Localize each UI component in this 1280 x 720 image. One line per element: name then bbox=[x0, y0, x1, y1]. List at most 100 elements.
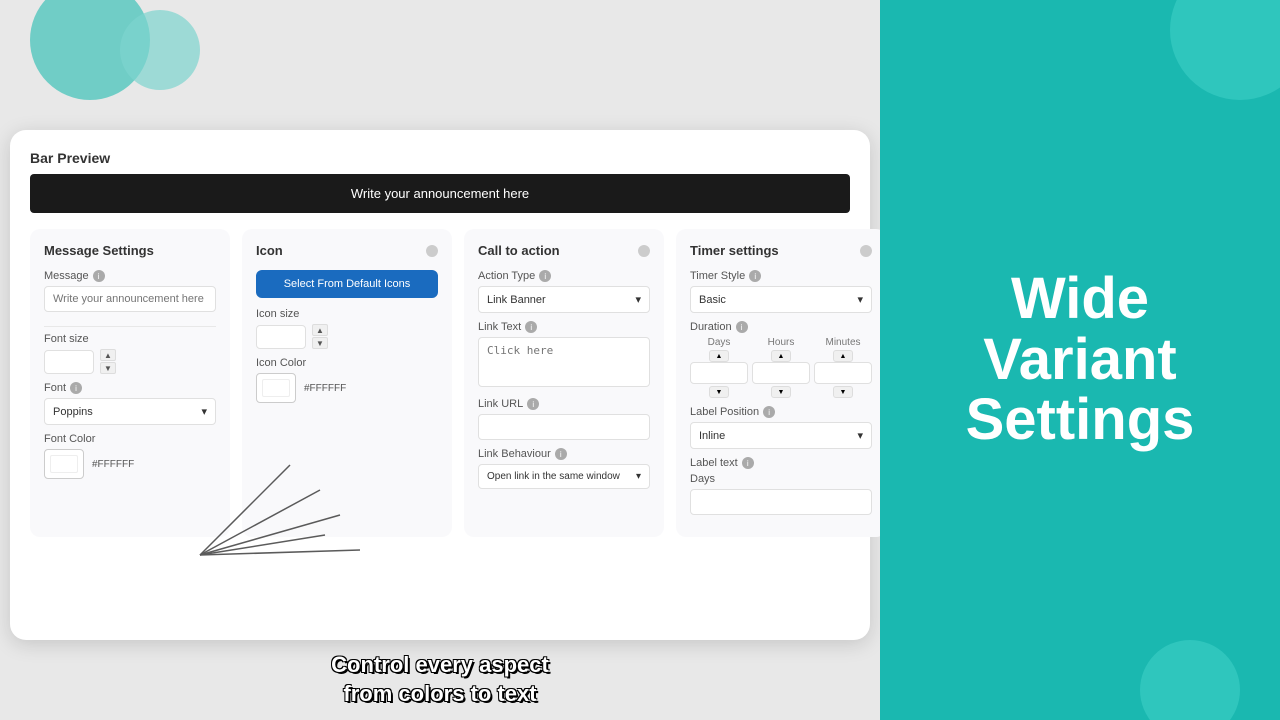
font-select[interactable]: Poppins ▾ bbox=[44, 398, 216, 425]
days-chevron-down[interactable]: ▼ bbox=[709, 386, 729, 398]
font-info-icon: i bbox=[70, 382, 82, 394]
icon-size-spinner: 14 ▲ ▼ bbox=[256, 324, 438, 349]
action-type-info-icon: i bbox=[539, 270, 551, 282]
message-label: Message i bbox=[44, 270, 216, 282]
cta-section-title: Call to action bbox=[478, 243, 560, 258]
days-down-arrow: ▼ bbox=[690, 386, 748, 398]
cta-toggle[interactable] bbox=[638, 245, 650, 257]
settings-grid: Message Settings Message i Font size 14 … bbox=[30, 229, 850, 537]
icon-size-up[interactable]: ▲ bbox=[312, 324, 328, 336]
icon-size-label: Icon size bbox=[256, 308, 438, 320]
timer-settings-section: Timer settings Timer Style i Basic ▾ Dur… bbox=[676, 229, 880, 537]
link-text-info-icon: i bbox=[525, 321, 537, 333]
right-circle-top bbox=[1170, 0, 1280, 100]
icon-color-swatch[interactable]: #FFFFFF bbox=[256, 373, 438, 403]
font-size-spinner: 14 ▲ ▼ bbox=[44, 349, 216, 374]
timer-style-chevron-icon: ▾ bbox=[857, 293, 863, 306]
action-type-select[interactable]: Link Banner ▾ bbox=[478, 286, 650, 313]
font-color-swatch[interactable]: #FFFFFF bbox=[44, 449, 216, 479]
right-heading-block: Wide Variant Settings bbox=[966, 269, 1195, 452]
right-heading-line3: Settings bbox=[966, 390, 1195, 451]
duration-info-icon: i bbox=[736, 321, 748, 333]
minutes-down-arrow: ▼ bbox=[814, 386, 872, 398]
message-section-header: Message Settings bbox=[44, 243, 216, 258]
timer-section-header: Timer settings bbox=[690, 243, 872, 258]
action-type-label: Action Type i bbox=[478, 270, 650, 282]
label-days-input[interactable]: DAYS bbox=[690, 489, 872, 515]
timer-toggle[interactable] bbox=[860, 245, 872, 257]
label-position-chevron-icon: ▾ bbox=[857, 429, 863, 442]
message-settings-section: Message Settings Message i Font size 14 … bbox=[30, 229, 230, 537]
right-circle-bottom bbox=[1140, 640, 1240, 720]
icon-size-input[interactable]: 14 bbox=[256, 325, 306, 349]
font-color-box[interactable] bbox=[44, 449, 84, 479]
minutes-up-arrow: ▲ bbox=[814, 350, 872, 362]
link-url-input[interactable] bbox=[478, 414, 650, 440]
behaviour-chevron-icon: ▾ bbox=[636, 471, 641, 482]
decorative-circle-right bbox=[120, 10, 200, 90]
hours-label: Hours bbox=[752, 337, 810, 348]
caption-line2: from colors to text bbox=[331, 680, 549, 709]
bar-preview-label: Bar Preview bbox=[30, 150, 850, 166]
icon-color-box[interactable] bbox=[256, 373, 296, 403]
timer-style-select[interactable]: Basic ▾ bbox=[690, 286, 872, 313]
icon-toggle[interactable] bbox=[426, 245, 438, 257]
behaviour-info-icon: i bbox=[555, 448, 567, 460]
link-text-label: Link Text i bbox=[478, 321, 650, 333]
font-size-up[interactable]: ▲ bbox=[100, 349, 116, 361]
font-size-arrows: ▲ ▼ bbox=[100, 349, 116, 374]
hours-chevron-up[interactable]: ▲ bbox=[771, 350, 791, 362]
minutes-input[interactable]: 00 bbox=[814, 362, 872, 384]
days-input[interactable]: 00 bbox=[690, 362, 748, 384]
icon-section-header: Icon bbox=[256, 243, 438, 258]
message-section-title: Message Settings bbox=[44, 243, 154, 258]
link-text-area[interactable] bbox=[478, 337, 650, 387]
hours-input[interactable]: 12 bbox=[752, 362, 810, 384]
message-info-icon: i bbox=[93, 270, 105, 282]
minutes-chevron-down[interactable]: ▼ bbox=[833, 386, 853, 398]
font-color-preview bbox=[50, 455, 78, 473]
minutes-col: Minutes ▲ 00 ▼ bbox=[814, 337, 872, 398]
icon-color-label: Icon Color bbox=[256, 357, 438, 369]
hours-col: Hours ▲ 12 ▼ bbox=[752, 337, 810, 398]
ui-card: Bar Preview Write your announcement here… bbox=[10, 130, 870, 640]
font-size-input[interactable]: 14 bbox=[44, 350, 94, 374]
select-default-icons-btn[interactable]: Select From Default Icons bbox=[256, 270, 438, 298]
behaviour-select[interactable]: Open link in the same window ▾ bbox=[478, 464, 650, 489]
link-url-label: Link URL i bbox=[478, 398, 650, 410]
icon-size-arrows: ▲ ▼ bbox=[312, 324, 328, 349]
label-position-label: Label Position i bbox=[690, 406, 872, 418]
duration-grid: Days ▲ 00 ▼ Hours ▲ 12 bbox=[690, 337, 872, 398]
action-type-chevron-icon: ▾ bbox=[635, 293, 641, 306]
days-up-arrow: ▲ bbox=[690, 350, 748, 362]
behaviour-label: Link Behaviour i bbox=[478, 448, 650, 460]
label-days-sublabel: Days bbox=[690, 473, 872, 485]
icon-settings-section: Icon Select From Default Icons Icon size… bbox=[242, 229, 452, 537]
days-col: Days ▲ 00 ▼ bbox=[690, 337, 748, 398]
font-size-down[interactable]: ▼ bbox=[100, 362, 116, 374]
message-input[interactable] bbox=[44, 286, 216, 312]
font-label: Font i bbox=[44, 382, 216, 394]
icon-size-down[interactable]: ▼ bbox=[312, 337, 328, 349]
icon-section-title: Icon bbox=[256, 243, 283, 258]
hours-chevron-down[interactable]: ▼ bbox=[771, 386, 791, 398]
hours-up-arrow: ▲ bbox=[752, 350, 810, 362]
label-text-label: Label text i bbox=[690, 457, 872, 469]
label-position-select[interactable]: Inline ▾ bbox=[690, 422, 872, 449]
label-text-info-icon: i bbox=[742, 457, 754, 469]
left-panel: Bar Preview Write your announcement here… bbox=[0, 0, 880, 720]
minutes-label: Minutes bbox=[814, 337, 872, 348]
caption-line1: Control every aspect bbox=[331, 651, 549, 680]
font-size-label: Font size bbox=[44, 333, 216, 345]
days-chevron-up[interactable]: ▲ bbox=[709, 350, 729, 362]
right-panel: Wide Variant Settings bbox=[880, 0, 1280, 720]
days-label: Days bbox=[690, 337, 748, 348]
hours-down-arrow: ▼ bbox=[752, 386, 810, 398]
icon-color-hex: #FFFFFF bbox=[304, 383, 346, 394]
label-position-info-icon: i bbox=[763, 406, 775, 418]
duration-label: Duration i bbox=[690, 321, 872, 333]
font-chevron-icon: ▾ bbox=[201, 405, 207, 418]
right-heading-line1: Wide bbox=[966, 269, 1195, 330]
timer-section-title: Timer settings bbox=[690, 243, 779, 258]
minutes-chevron-up[interactable]: ▲ bbox=[833, 350, 853, 362]
